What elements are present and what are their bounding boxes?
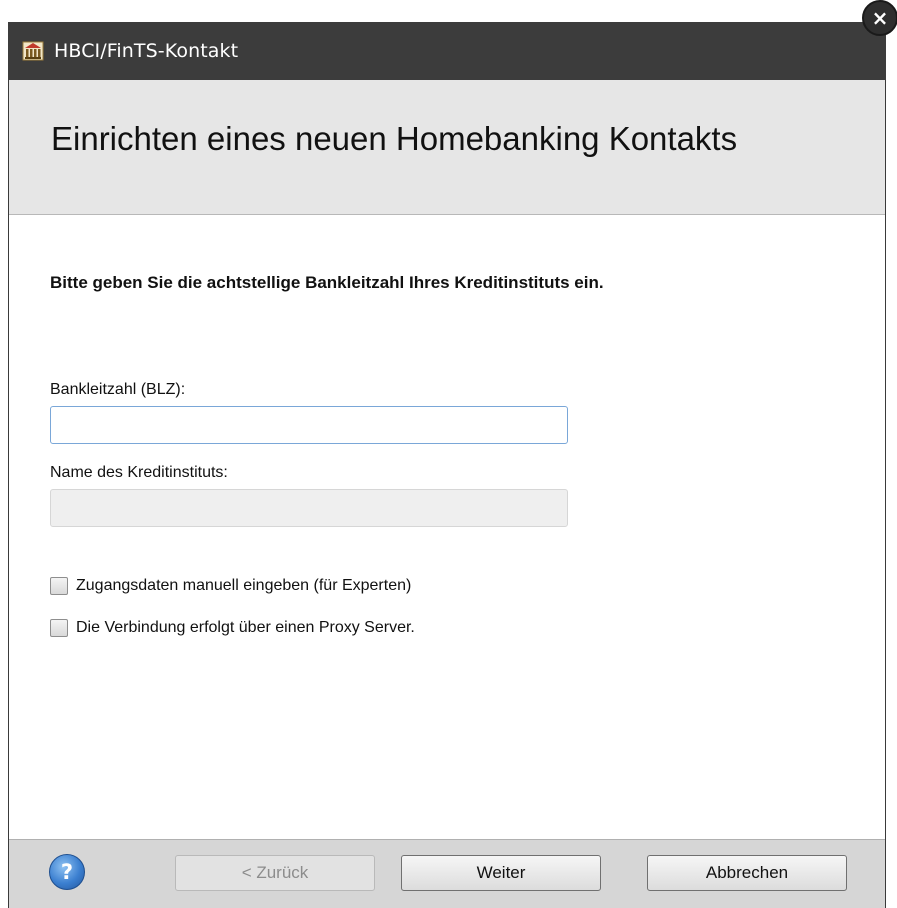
wizard-header: Einrichten eines neuen Homebanking Konta… <box>9 80 885 215</box>
title-bar[interactable]: HBCI/FinTS-Kontakt <box>8 22 886 80</box>
instruction-text: Bitte geben Sie die achtstellige Banklei… <box>50 273 604 292</box>
manual-credentials-option[interactable]: Zugangsdaten manuell eingeben (für Exper… <box>50 577 411 595</box>
bank-name-label: Name des Kreditinstituts: <box>50 464 228 481</box>
next-button[interactable]: Weiter <box>401 855 601 891</box>
close-icon[interactable]: × <box>862 0 897 36</box>
wizard-footer: ? < Zurück Weiter Abbrechen <box>9 839 885 908</box>
wizard-content: Bitte geben Sie die achtstellige Banklei… <box>9 215 885 839</box>
bank-name-field <box>50 489 568 527</box>
blz-label: Bankleitzahl (BLZ): <box>50 381 186 398</box>
help-icon[interactable]: ? <box>49 854 85 890</box>
window-title: HBCI/FinTS-Kontakt <box>54 40 239 62</box>
dialog-window: HBCI/FinTS-Kontakt Einrichten eines neue… <box>8 22 886 908</box>
proxy-server-option[interactable]: Die Verbindung erfolgt über einen Proxy … <box>50 619 415 637</box>
manual-credentials-checkbox[interactable] <box>50 577 68 595</box>
proxy-server-label[interactable]: Die Verbindung erfolgt über einen Proxy … <box>76 619 415 637</box>
bank-icon <box>22 40 44 62</box>
proxy-server-checkbox[interactable] <box>50 619 68 637</box>
manual-credentials-label[interactable]: Zugangsdaten manuell eingeben (für Exper… <box>76 577 411 595</box>
cancel-button[interactable]: Abbrechen <box>647 855 847 891</box>
page-title: Einrichten eines neuen Homebanking Konta… <box>51 120 738 157</box>
back-button[interactable]: < Zurück <box>175 855 375 891</box>
blz-input[interactable] <box>50 406 568 444</box>
